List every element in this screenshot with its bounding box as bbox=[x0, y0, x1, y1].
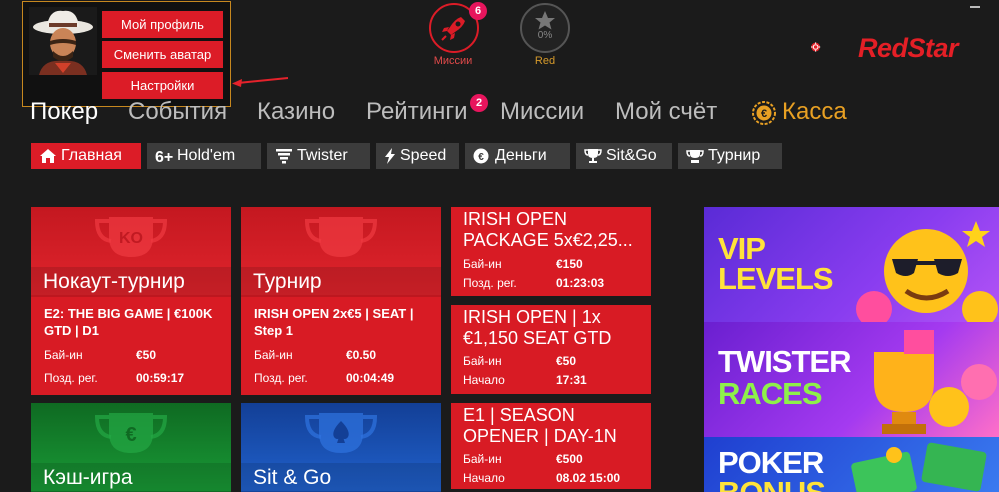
buyin-label: Бай-ин bbox=[254, 348, 293, 362]
late-reg-value: 00:04:49 bbox=[346, 371, 395, 385]
minimize-icon[interactable] bbox=[970, 6, 980, 10]
ratings-badge: 2 bbox=[470, 94, 488, 112]
tile-category-label: Нокаут-турнир bbox=[31, 267, 231, 297]
event-title: IRISH OPEN PACKAGE 5x€2,25... bbox=[463, 209, 633, 250]
nav-poker[interactable]: Покер bbox=[30, 98, 98, 126]
vip-levels-banner[interactable]: VIP LEVELS bbox=[704, 207, 999, 322]
poker-bonus-banner[interactable]: POKER BONUS bbox=[704, 437, 999, 492]
tab-holdem-label: Hold'em bbox=[177, 147, 236, 164]
red-label: Red bbox=[534, 55, 556, 67]
late-reg-value: 00:59:17 bbox=[136, 371, 185, 385]
nav-my-account[interactable]: Мой счёт bbox=[615, 98, 717, 126]
promo-line2: RACES bbox=[718, 376, 823, 411]
buyin-label: Бай-ин bbox=[44, 348, 83, 362]
buyin-label: Бай-ин bbox=[463, 354, 502, 368]
event-card[interactable]: E1 | SEASON OPENER | DAY-1N Бай-ин €500 … bbox=[451, 403, 651, 489]
twister-races-banner[interactable]: TWISTER RACES bbox=[704, 322, 999, 437]
red-progress-widget[interactable] bbox=[520, 3, 570, 53]
late-reg-value: 01:23:03 bbox=[556, 276, 605, 290]
tab-tournament[interactable]: Турнир bbox=[678, 143, 782, 169]
buyin-value: €50 bbox=[556, 354, 577, 368]
trophy-icon bbox=[686, 150, 704, 163]
buyin-value: €0.50 bbox=[346, 348, 377, 362]
promo-line2: BONUS bbox=[718, 477, 826, 492]
sit-and-go-tile[interactable]: Sit & Go bbox=[241, 403, 441, 492]
spade-trophy-icon bbox=[304, 413, 378, 453]
start-value: 17:31 bbox=[556, 373, 587, 387]
event-card[interactable]: IRISH OPEN PACKAGE 5x€2,25... Бай-ин €15… bbox=[451, 207, 651, 296]
tournament-tile[interactable]: Турнир IRISH OPEN 2x€5 | SEAT | Step 1 Б… bbox=[241, 207, 441, 395]
buyin-label: Бай-ин bbox=[463, 452, 502, 466]
missions-count-badge: 6 bbox=[469, 2, 487, 20]
late-reg-label: Позд. рег. bbox=[463, 276, 517, 290]
svg-text:€: € bbox=[761, 108, 767, 120]
late-reg-label: Позд. рег. bbox=[254, 371, 308, 385]
tile-title: IRISH OPEN 2x€5 | SEAT | Step 1 bbox=[254, 306, 414, 338]
redstar-logo-icon bbox=[811, 42, 821, 52]
event-card[interactable]: IRISH OPEN | 1x €1,150 SEAT GTD Бай-ин €… bbox=[451, 305, 651, 394]
six-plus-icon: 6+ bbox=[155, 149, 173, 164]
trophy-icon bbox=[584, 149, 602, 163]
nav-missions[interactable]: Миссии bbox=[500, 98, 584, 126]
event-title: IRISH OPEN | 1x €1,150 SEAT GTD bbox=[463, 307, 612, 348]
late-reg-label: Позд. рег. bbox=[44, 371, 98, 385]
tab-holdem[interactable]: 6+ Hold'em bbox=[147, 143, 261, 169]
tab-sitgo[interactable]: Sit&Go bbox=[576, 143, 672, 169]
nav-cashier[interactable]: Касса bbox=[782, 98, 847, 126]
tab-tournament-label: Турнир bbox=[708, 147, 761, 164]
tornado-icon bbox=[276, 149, 292, 164]
tab-money-label: Деньги bbox=[495, 147, 547, 164]
buyin-value: €150 bbox=[556, 257, 583, 271]
start-label: Начало bbox=[463, 471, 505, 485]
tab-speed[interactable]: Speed bbox=[376, 143, 459, 169]
start-label: Начало bbox=[463, 373, 505, 387]
settings-button[interactable]: Настройки bbox=[102, 72, 223, 99]
cash-game-tile[interactable]: € Кэш-игра bbox=[31, 403, 231, 492]
my-profile-button[interactable]: Мой профиль bbox=[102, 11, 223, 38]
knockout-trophy-icon: KO bbox=[94, 217, 168, 257]
knockout-tournament-tile[interactable]: KO Нокаут-турнир E2: THE BIG GAME | €100… bbox=[31, 207, 231, 395]
brand-name: RedStar bbox=[858, 33, 959, 63]
tab-twister[interactable]: Twister bbox=[267, 143, 370, 169]
euro-coin-icon: € bbox=[752, 101, 776, 125]
tile-title: E2: THE BIG GAME | €100K GTD | D1 bbox=[44, 306, 213, 338]
buyin-label: Бай-ин bbox=[463, 257, 502, 271]
tab-sitgo-label: Sit&Go bbox=[606, 147, 657, 164]
trophy-icon bbox=[304, 217, 378, 257]
svg-text:€: € bbox=[478, 152, 484, 163]
home-icon bbox=[40, 149, 56, 163]
tile-category-label: Турнир bbox=[241, 267, 441, 297]
cash-illustration-icon bbox=[851, 442, 987, 492]
missions-label: Миссии bbox=[433, 55, 473, 67]
tab-speed-label: Speed bbox=[400, 147, 447, 164]
annotation-arrow-icon bbox=[232, 77, 288, 87]
euro-coin-icon: € bbox=[473, 148, 489, 164]
tile-category-label: Кэш-игра bbox=[31, 463, 231, 492]
euro-trophy-icon: € bbox=[94, 413, 168, 453]
promo-line2: LEVELS bbox=[718, 261, 834, 296]
profile-popup: Мой профиль Сменить аватар Настройки bbox=[22, 1, 231, 107]
buyin-value: €50 bbox=[136, 348, 157, 362]
nav-ratings[interactable]: Рейтинги bbox=[366, 98, 468, 126]
nav-events[interactable]: События bbox=[128, 98, 227, 126]
red-progress-percent: 0% bbox=[537, 30, 553, 41]
lightning-icon bbox=[385, 148, 395, 164]
start-value: 08.02 15:00 bbox=[556, 471, 621, 485]
event-title: E1 | SEASON OPENER | DAY-1N bbox=[463, 405, 617, 446]
promo-line1: TWISTER bbox=[718, 344, 851, 379]
tab-home-label: Главная bbox=[61, 147, 122, 164]
avatar[interactable] bbox=[29, 7, 97, 75]
trophy-illustration-icon bbox=[874, 330, 997, 434]
svg-text:6+: 6+ bbox=[155, 149, 173, 164]
svg-text:€: € bbox=[125, 424, 136, 446]
change-avatar-button[interactable]: Сменить аватар bbox=[102, 41, 223, 68]
svg-text:KO: KO bbox=[119, 230, 143, 247]
tile-category-label: Sit & Go bbox=[241, 463, 441, 492]
tab-home[interactable]: Главная bbox=[31, 143, 141, 169]
buyin-value: €500 bbox=[556, 452, 583, 466]
emoji-illustration-icon bbox=[856, 221, 998, 322]
tab-money[interactable]: € Деньги bbox=[465, 143, 570, 169]
nav-casino[interactable]: Казино bbox=[257, 98, 335, 126]
tab-twister-label: Twister bbox=[297, 147, 348, 164]
